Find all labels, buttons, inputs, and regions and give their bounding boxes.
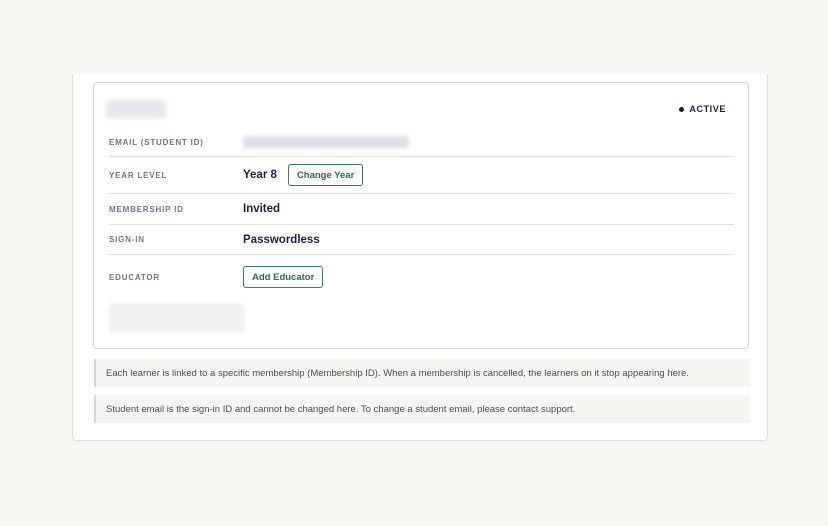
sign-in-row: SIGN-IN Passwordless [109,225,734,255]
sign-in-label: SIGN-IN [109,235,145,244]
year-level-value: Year 8 [243,169,277,181]
educator-label: EDUCATOR [109,272,160,282]
learner-action-button-redacted[interactable] [109,304,244,332]
membership-info-note: Each learner is linked to a specific mem… [94,359,750,387]
membership-id-label: MEMBERSHIP ID [109,204,184,214]
email-info-note: Student email is the sign-in ID and cann… [94,395,750,423]
membership-id-value: Invited [243,203,281,215]
membership-row: MEMBERSHIP ID Invited [109,194,734,225]
status-badge: ACTIVE [679,104,726,114]
learner-card: ACTIVE EMAIL (STUDENT ID) YEAR LEVEL Yea… [93,82,749,349]
sign-in-value: Passwordless [243,233,320,246]
change-year-button[interactable]: Change Year [287,164,364,186]
email-row: EMAIL (STUDENT ID) [109,128,734,157]
status-dot-icon [679,106,685,112]
add-educator-button[interactable]: Add Educator [243,266,324,288]
learners-panel: ACTIVE EMAIL (STUDENT ID) YEAR LEVEL Yea… [72,74,768,441]
status-label: ACTIVE [689,104,726,114]
educator-row: EDUCATOR Add Educator [109,259,734,295]
learner-name-redacted [106,100,166,118]
year-level-label: YEAR LEVEL [109,170,168,180]
email-label: EMAIL (STUDENT ID) [109,137,204,147]
year-level-row: YEAR LEVEL Year 8 Change Year [109,157,734,194]
email-value-redacted [243,136,409,148]
